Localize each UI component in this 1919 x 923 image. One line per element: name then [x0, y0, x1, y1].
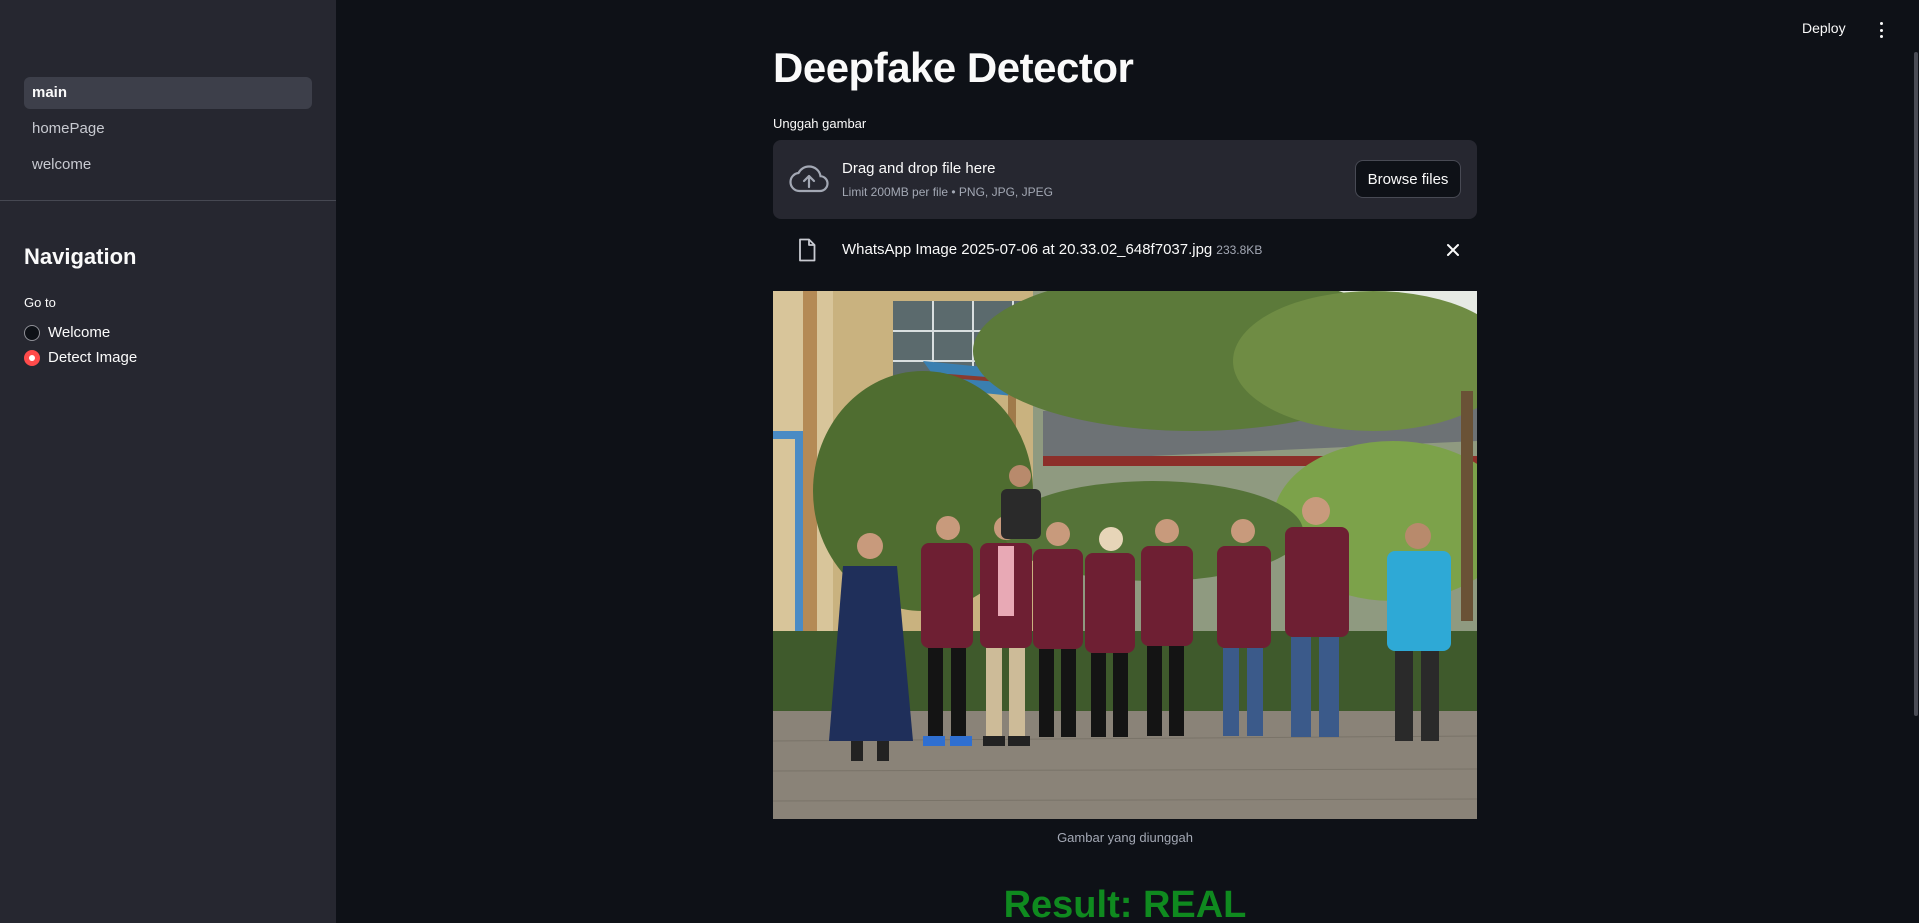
upload-label: Unggah gambar — [773, 116, 867, 131]
remove-file-icon[interactable] — [1443, 240, 1463, 260]
result-text: Result: REAL — [1003, 884, 1247, 923]
dropzone-limit-text: Limit 200MB per file • PNG, JPG, JPEG — [842, 185, 1053, 199]
page-nav: main homePage welcome — [24, 77, 312, 185]
file-name: WhatsApp Image 2025-07-06 at 20.33.02_64… — [842, 241, 1262, 258]
radio-button-detect-image[interactable] — [24, 349, 40, 366]
page-link-welcome[interactable]: welcome — [24, 149, 312, 181]
kebab-menu-icon[interactable] — [1876, 20, 1886, 40]
deploy-button[interactable]: Deploy — [1802, 20, 1846, 36]
file-size: 233.8KB — [1216, 243, 1263, 257]
file-name-text: WhatsApp Image 2025-07-06 at 20.33.02_64… — [842, 241, 1213, 258]
uploaded-file-row: WhatsApp Image 2025-07-06 at 20.33.02_64… — [773, 232, 1477, 268]
radio-button-welcome[interactable] — [24, 324, 40, 341]
page-link-main[interactable]: main — [24, 77, 312, 109]
file-dropzone[interactable]: Drag and drop file here Limit 200MB per … — [773, 140, 1477, 219]
sidebar-divider — [0, 200, 336, 201]
navigation-heading: Navigation — [24, 244, 137, 269]
radio-option-welcome[interactable]: Welcome — [24, 320, 137, 345]
page-title: Deepfake Detector — [773, 44, 1134, 91]
main-scrollbar[interactable] — [1914, 52, 1918, 716]
radio-option-detect-image[interactable]: Detect Image — [24, 345, 137, 370]
radio-label-welcome: Welcome — [48, 324, 111, 341]
sidebar: main homePage welcome Navigation Go to W… — [0, 0, 336, 923]
file-icon — [799, 238, 816, 262]
uploaded-image — [773, 291, 1477, 819]
goto-label: Go to — [24, 295, 56, 310]
main-content: Deepfake Detector Unggah gambar Drag and… — [773, 0, 1477, 923]
browse-files-button[interactable]: Browse files — [1355, 160, 1461, 198]
page-link-homepage[interactable]: homePage — [24, 113, 312, 145]
app-root: main homePage welcome Navigation Go to W… — [0, 0, 1919, 923]
image-caption: Gambar yang diunggah — [1057, 830, 1193, 845]
dropzone-title: Drag and drop file here — [842, 160, 996, 177]
radio-label-detect-image: Detect Image — [48, 349, 138, 366]
page-radio-group: Welcome Detect Image — [24, 320, 137, 370]
cloud-upload-icon — [789, 165, 829, 193]
uploaded-photo — [773, 291, 1477, 819]
